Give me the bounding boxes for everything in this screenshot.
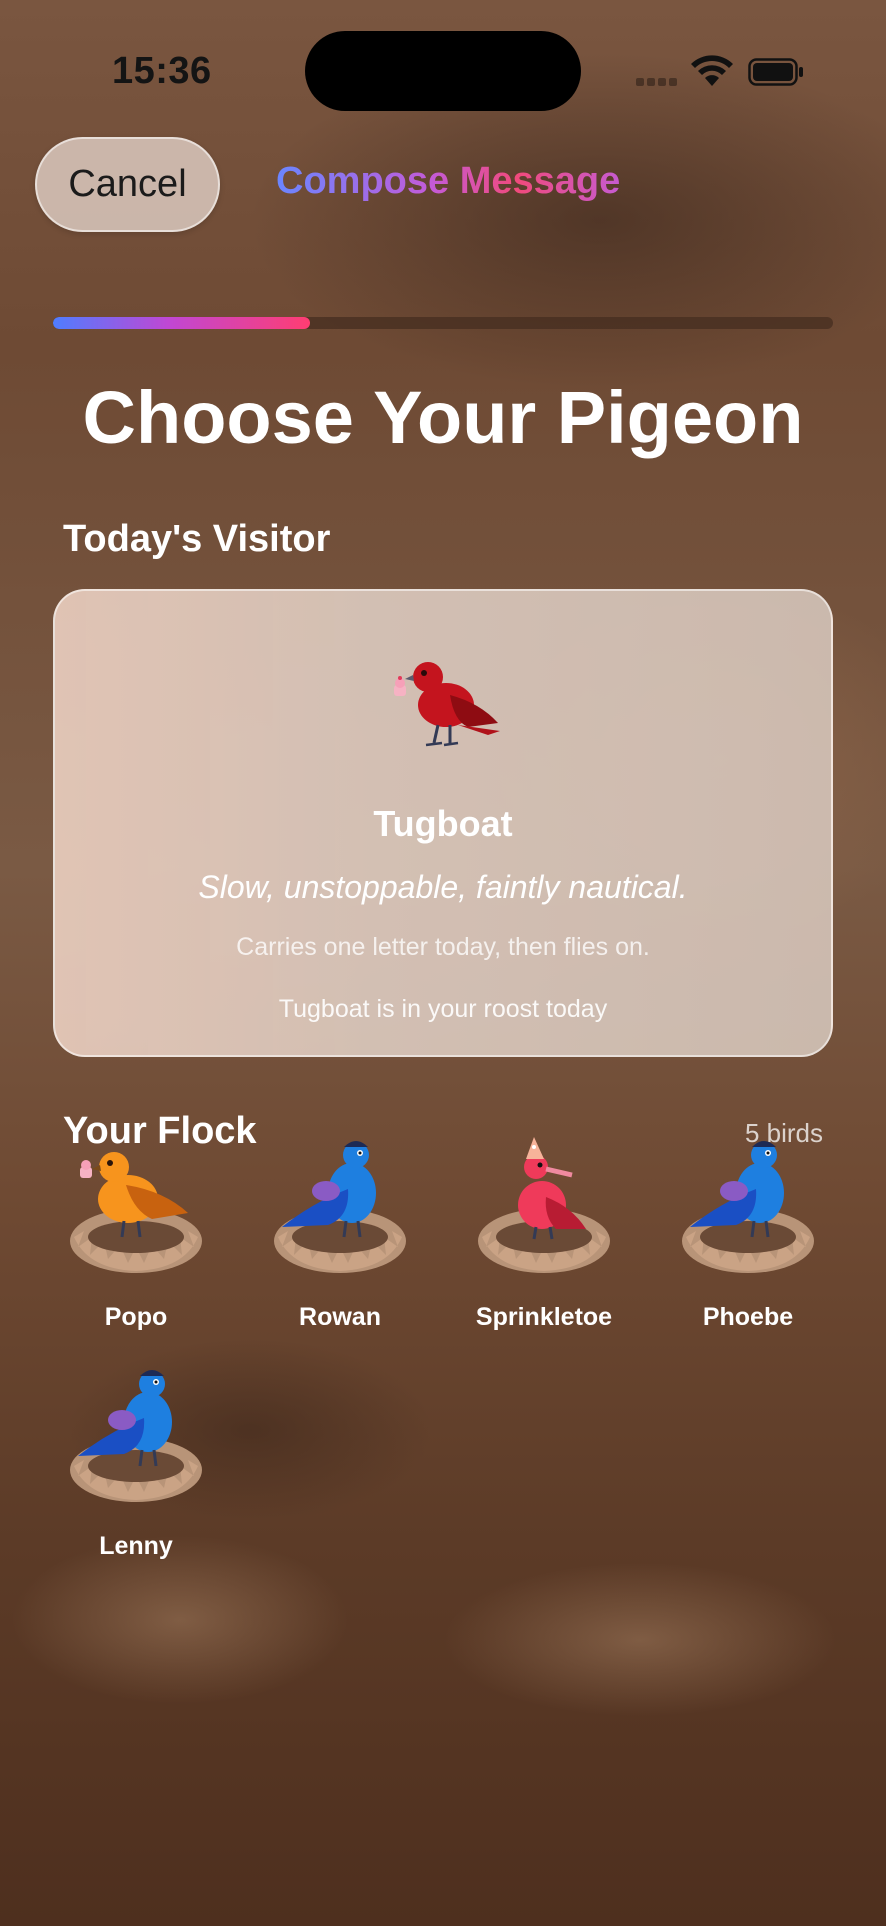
flock-item-phoebe[interactable]: Phoebe	[658, 1133, 838, 1343]
flock-item-popo[interactable]: Popo	[46, 1133, 226, 1343]
red-pigeon-icon	[394, 662, 500, 747]
flock-item-label: Phoebe	[702, 1303, 794, 1331]
flock-item-label: Rowan	[299, 1303, 381, 1331]
page-title: Choose Your Pigeon	[82, 376, 804, 459]
flock-item-label: Sprinkletoe	[475, 1303, 613, 1331]
status-time: 15:36	[112, 50, 212, 92]
status-bar: 15:36	[0, 0, 886, 140]
progress-bar	[53, 317, 833, 329]
visitor-name: Tugboat	[373, 803, 513, 844]
cellular-signal-icon	[636, 78, 678, 88]
compose-message-title: Compose Message	[276, 160, 621, 202]
orange-pigeon-icon	[70, 1152, 202, 1273]
cancel-button[interactable]: Cancel	[35, 137, 220, 232]
blue-pigeon-icon	[682, 1141, 814, 1273]
flock-item-lenny[interactable]: Lenny	[46, 1362, 226, 1572]
progress-fill	[53, 317, 311, 329]
wifi-icon	[691, 55, 733, 86]
flock-item-label: Popo	[104, 1303, 168, 1331]
blue-pigeon-icon	[274, 1141, 406, 1273]
visitor-tagline: Slow, unstoppable, faintly nautical.	[198, 869, 688, 905]
blue-pigeon-icon	[70, 1370, 202, 1502]
dynamic-island	[305, 31, 581, 111]
flock-item-label: Lenny	[99, 1532, 173, 1560]
visitor-card[interactable]: Tugboat Slow, unstoppable, faintly nauti…	[53, 589, 833, 1057]
flock-item-sprinkletoe[interactable]: Sprinkletoe	[454, 1133, 634, 1343]
battery-icon	[748, 58, 803, 86]
pink-pigeon-icon	[478, 1137, 610, 1273]
todays-visitor-heading: Today's Visitor	[63, 518, 331, 560]
visitor-status: Tugboat is in your roost today	[278, 995, 608, 1023]
flock-item-rowan[interactable]: Rowan	[250, 1133, 430, 1343]
visitor-note: Carries one letter today, then flies on.	[236, 933, 650, 961]
